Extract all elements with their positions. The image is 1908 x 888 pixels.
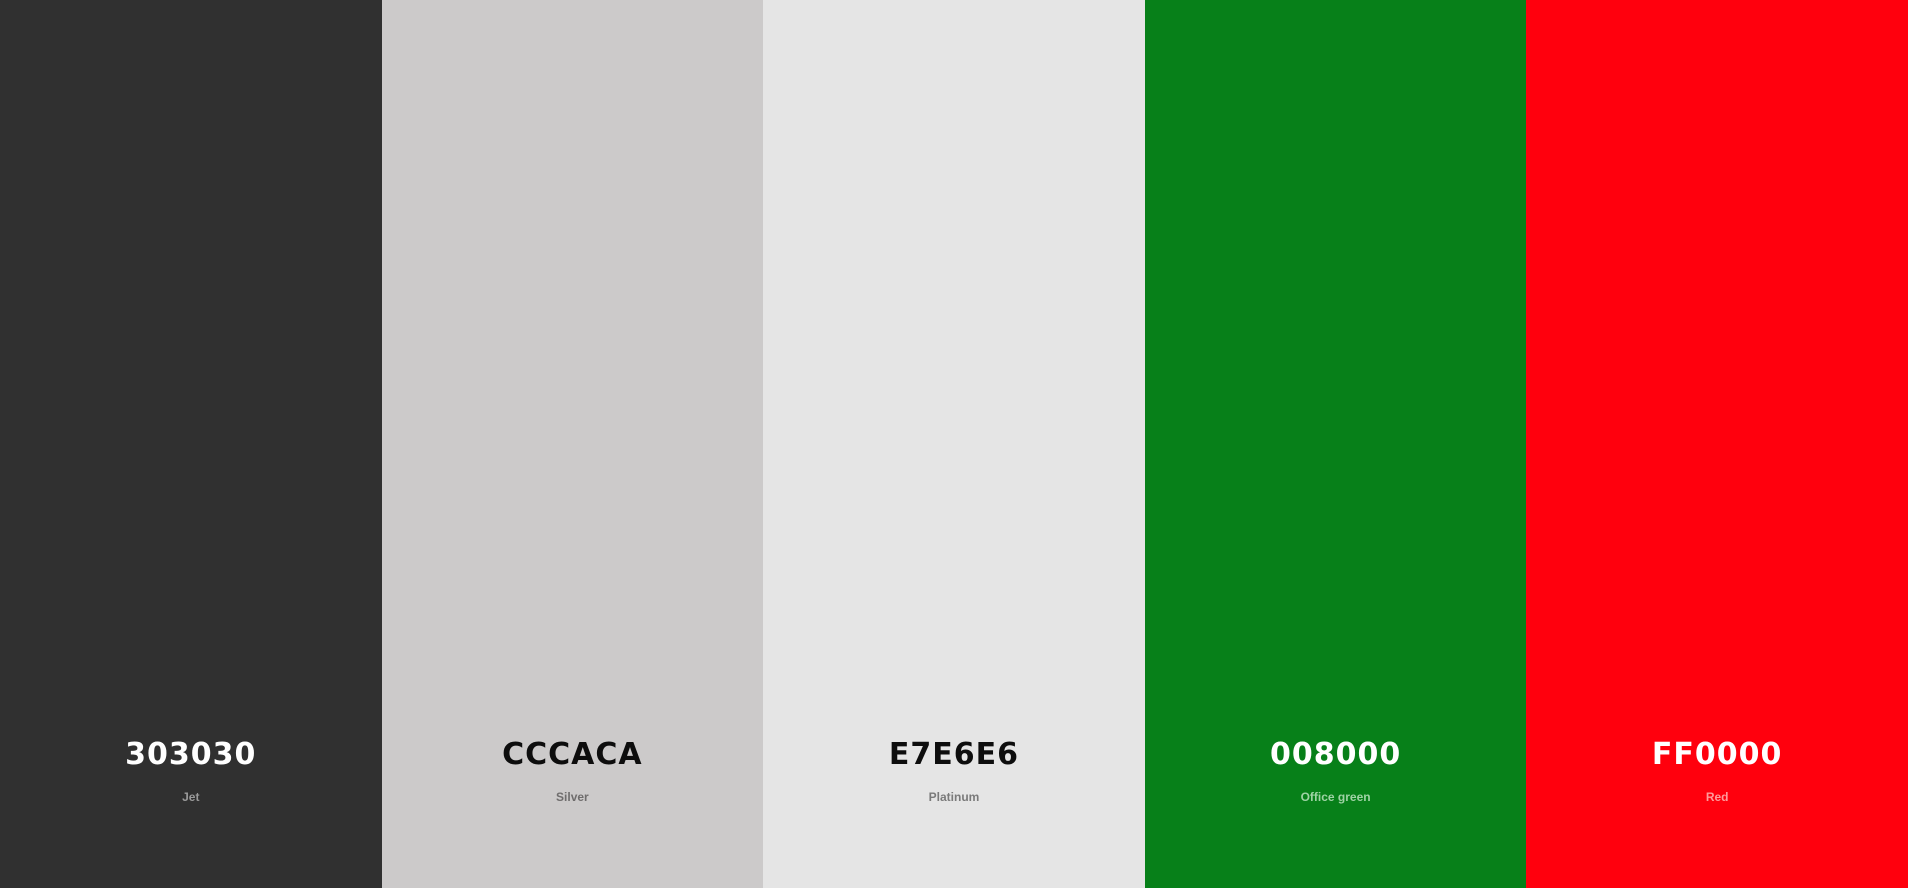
swatch-info: FF0000 Red <box>1526 735 1908 805</box>
swatch-hex-code[interactable]: FF0000 <box>1526 735 1908 775</box>
swatch-info: 008000 Office green <box>1145 735 1527 805</box>
swatch-color-name: Silver <box>556 790 589 804</box>
swatch-hex-code[interactable]: CCCACA <box>382 735 764 775</box>
swatch-color-name: Red <box>1705 790 1729 804</box>
swatch-platinum[interactable]: E7E6E6 Platinum <box>763 0 1145 888</box>
swatch-info: E7E6E6 Platinum <box>763 735 1145 805</box>
swatch-info: 303030 Jet <box>0 735 382 805</box>
swatch-color-name: Platinum <box>928 790 980 804</box>
swatch-red[interactable]: FF0000 Red <box>1526 0 1908 888</box>
swatch-color-name: Office green <box>1300 790 1371 804</box>
swatch-color-name: Jet <box>182 790 200 804</box>
swatch-info: CCCACA Silver <box>382 735 764 805</box>
swatch-hex-code[interactable]: 303030 <box>0 735 382 775</box>
swatch-office-green[interactable]: 008000 Office green <box>1144 0 1527 888</box>
swatch-jet[interactable]: 303030 Jet <box>0 0 382 888</box>
swatch-hex-code[interactable]: 008000 <box>1145 735 1527 775</box>
swatch-hex-code[interactable]: E7E6E6 <box>763 735 1145 775</box>
color-palette: 303030 Jet CCCACA Silver E7E6E6 Platinum… <box>0 0 1908 888</box>
swatch-silver[interactable]: CCCACA Silver <box>381 0 764 888</box>
